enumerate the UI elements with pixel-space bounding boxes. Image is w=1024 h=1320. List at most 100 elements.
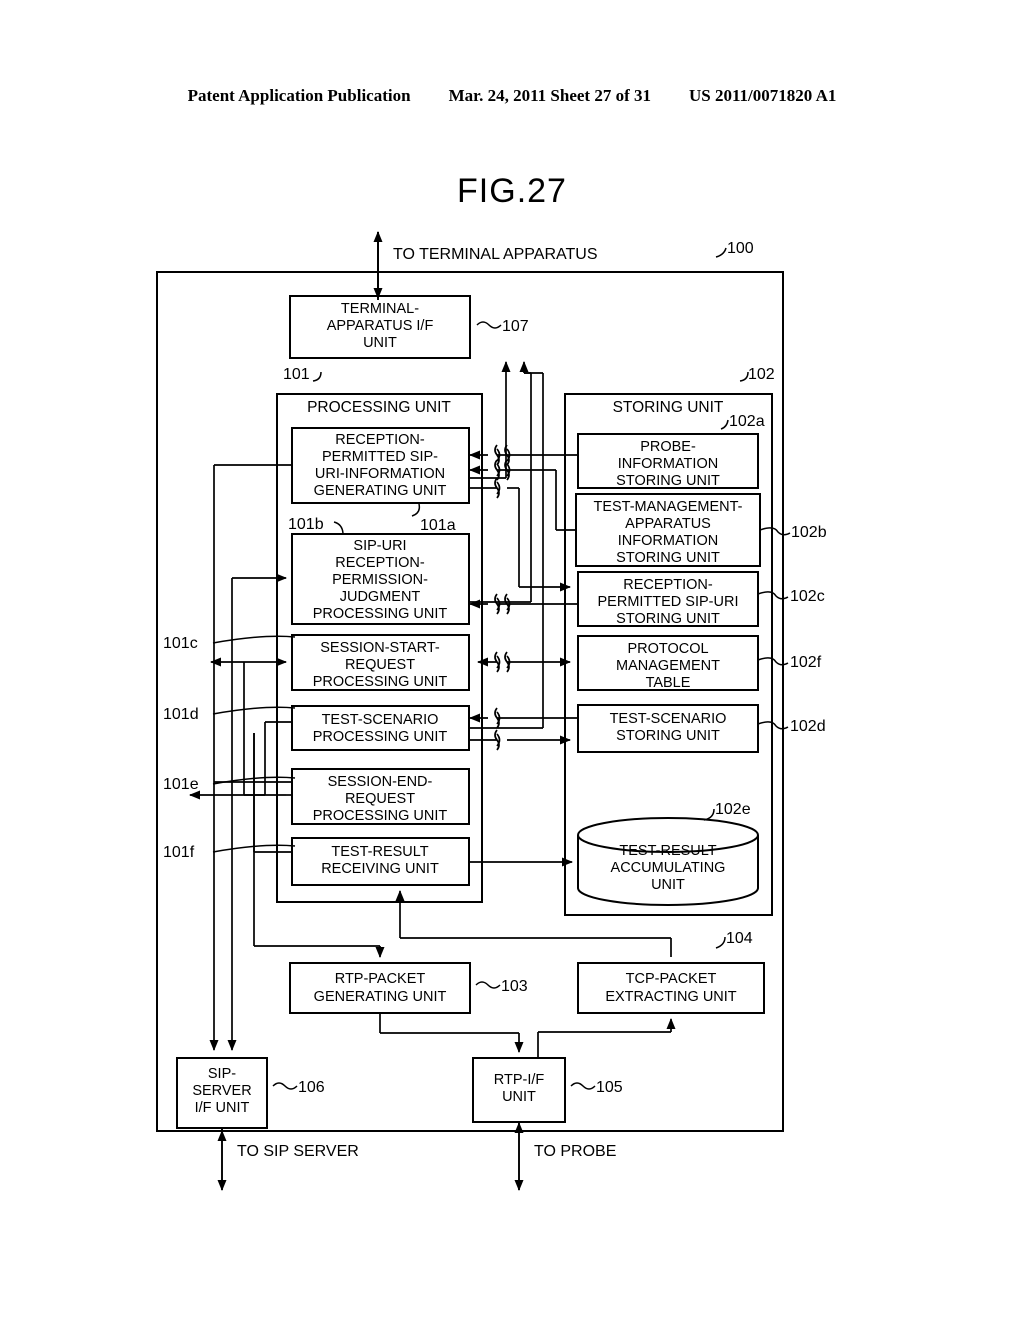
b101d-line-1: TEST-SCENARIO	[322, 712, 439, 728]
b101e-line-1: SESSION-END-	[328, 774, 433, 790]
b102a-line-3: STORING UNIT	[616, 473, 720, 489]
ref-102a: 102a	[729, 413, 765, 430]
ref-101a: 101a	[420, 517, 456, 534]
b101a-line-1: RECEPTION-	[335, 432, 425, 448]
b101b-line-2: RECEPTION-	[335, 555, 425, 571]
b102b-line-2: APPARATUS	[625, 516, 711, 532]
b106-line-2: SERVER	[192, 1083, 251, 1099]
b101e-line-3: PROCESSING UNIT	[313, 808, 448, 824]
block-test-management-apparatus-information-storing-unit[interactable]: TEST-MANAGEMENT- APPARATUS INFORMATION S…	[575, 493, 761, 567]
ref-101e: 101e	[163, 776, 199, 793]
b103-line-1: RTP-PACKET	[335, 971, 426, 987]
ref-callout-102: 102	[739, 366, 775, 383]
b104-line-1: TCP-PACKET	[626, 971, 717, 987]
b102c-line-3: STORING UNIT	[616, 611, 720, 627]
processing-unit-title: PROCESSING UNIT	[307, 399, 451, 416]
b101e-line-2: REQUEST	[345, 791, 415, 807]
ref-101: 101	[283, 366, 310, 383]
terminal-if-line-3: UNIT	[363, 335, 397, 351]
block-probe-information-storing-unit[interactable]: PROBE- INFORMATION STORING UNIT	[577, 433, 759, 489]
wiring-101f-left-trunk	[253, 733, 292, 853]
ref-102c: 102c	[790, 588, 825, 605]
label-to-sip-server: TO SIP SERVER	[237, 1143, 359, 1160]
b103-line-2: GENERATING UNIT	[314, 989, 447, 1005]
ref-102b: 102b	[791, 524, 827, 541]
b102c-line-2: PERMITTED SIP-URI	[598, 594, 739, 610]
ref-callout-101e: 101e	[163, 776, 296, 793]
wiring-101a-to-102c	[470, 477, 571, 592]
b102f-line-3: TABLE	[646, 675, 691, 691]
label-to-probe: TO PROBE	[534, 1143, 616, 1160]
block-sip-uri-reception-permission-judgment-processing-unit[interactable]: SIP-URI RECEPTION- PERMISSION- JUDGMENT …	[291, 533, 470, 625]
ref-104: 104	[726, 930, 753, 947]
b101c-line-3: PROCESSING UNIT	[313, 674, 448, 690]
ref-callout-102c: 102c	[757, 588, 825, 605]
b106-line-1: SIP-	[208, 1066, 236, 1082]
b102b-line-3: INFORMATION	[618, 533, 718, 549]
wiring-104-to-101f	[395, 890, 672, 957]
b104-line-2: EXTRACTING UNIT	[605, 989, 736, 1005]
ref-callout-105: 105	[570, 1079, 623, 1096]
block-test-scenario-processing-unit[interactable]: TEST-SCENARIO PROCESSING UNIT	[291, 705, 470, 751]
b101b-line-1: SIP-URI	[353, 538, 406, 554]
b101d-line-2: PROCESSING UNIT	[313, 729, 448, 745]
b102f-line-2: MANAGEMENT	[616, 658, 720, 674]
b102a-line-2: INFORMATION	[618, 456, 718, 472]
ref-106: 106	[298, 1079, 325, 1096]
b102f-line-1: PROTOCOL	[627, 641, 708, 657]
block-protocol-management-table[interactable]: PROTOCOL MANAGEMENT TABLE	[577, 635, 759, 691]
wiring-101c-to-102f	[477, 651, 571, 673]
block-reception-permitted-sip-uri-information-generating-unit[interactable]: RECEPTION- PERMITTED SIP- URI-INFORMATIO…	[291, 427, 470, 504]
b102c-line-1: RECEPTION-	[623, 577, 713, 593]
b102e-line-1: TEST-RESULT	[619, 843, 716, 859]
ref-callout-100: 100	[715, 240, 754, 258]
ref-callout-104: 104	[715, 930, 753, 949]
block-rtp-packet-generating-unit[interactable]: RTP-PACKET GENERATING UNIT	[289, 962, 471, 1014]
block-test-result-receiving-unit[interactable]: TEST-RESULT RECEIVING UNIT	[291, 837, 470, 886]
ref-callout-107: 107	[476, 318, 529, 335]
b101b-line-3: PERMISSION-	[332, 572, 428, 588]
block-tcp-packet-extracting-unit[interactable]: TCP-PACKET EXTRACTING UNIT	[577, 962, 765, 1014]
ref-callout-103: 103	[475, 978, 528, 995]
wiring-102a-to-101a	[469, 444, 578, 466]
ref-callout-102a: 102a	[720, 413, 765, 430]
block-reception-permitted-sip-uri-storing-unit[interactable]: RECEPTION- PERMITTED SIP-URI STORING UNI…	[577, 571, 759, 627]
figure-27-diagram: TO TERMINAL APPARATUS 100 TERMINAL- APPA…	[156, 231, 827, 1191]
ref-callout-101: 101	[283, 366, 322, 383]
block-sip-server-if-unit[interactable]: SIP- SERVER I/F UNIT	[176, 1057, 268, 1129]
ref-101c: 101c	[163, 635, 198, 652]
ref-101d: 101d	[163, 706, 199, 723]
b102d-line-1: TEST-SCENARIO	[610, 711, 727, 727]
ref-callout-101d: 101d	[163, 706, 296, 723]
ref-102e: 102e	[715, 801, 751, 818]
wiring-102b-to-101a	[469, 459, 576, 531]
ref-callout-102d: 102d	[757, 718, 826, 735]
ref-101f: 101f	[163, 844, 195, 861]
b101a-line-4: GENERATING UNIT	[314, 483, 447, 499]
b102d-line-2: STORING UNIT	[616, 728, 720, 744]
ref-103: 103	[501, 978, 528, 995]
b102a-line-1: PROBE-	[640, 439, 696, 455]
external-connector-probe: TO PROBE	[514, 1122, 616, 1191]
b102b-line-4: STORING UNIT	[616, 550, 720, 566]
b101c-line-1: SESSION-START-	[320, 640, 440, 656]
ref-102: 102	[748, 366, 775, 383]
b102e-line-2: ACCUMULATING	[611, 860, 726, 876]
b101a-line-2: PERMITTED SIP-	[322, 449, 438, 465]
block-session-end-request-processing-unit[interactable]: SESSION-END- REQUEST PROCESSING UNIT	[291, 768, 470, 825]
b101a-line-3: URI-INFORMATION	[315, 466, 445, 482]
ref-callout-106: 106	[272, 1079, 325, 1096]
storing-unit-title: STORING UNIT	[613, 399, 724, 416]
block-terminal-apparatus-if-unit[interactable]: TERMINAL- APPARATUS I/F UNIT	[289, 295, 471, 359]
block-test-result-accumulating-unit[interactable]: TEST-RESULT ACCUMULATING UNIT	[577, 817, 759, 906]
wiring-101d-to-102d	[469, 707, 578, 751]
block-rtp-if-unit[interactable]: RTP-I/F UNIT	[472, 1057, 566, 1123]
b106-line-3: I/F UNIT	[195, 1100, 250, 1116]
block-session-start-request-processing-unit[interactable]: SESSION-START- REQUEST PROCESSING UNIT	[291, 634, 470, 691]
b105-line-1: RTP-I/F	[494, 1072, 545, 1088]
ref-callout-101a: 101a	[411, 503, 456, 534]
ref-105: 105	[596, 1079, 623, 1096]
block-test-scenario-storing-unit[interactable]: TEST-SCENARIO STORING UNIT	[577, 704, 759, 753]
terminal-if-line-2: APPARATUS I/F	[327, 318, 434, 334]
b101c-line-2: REQUEST	[345, 657, 415, 673]
